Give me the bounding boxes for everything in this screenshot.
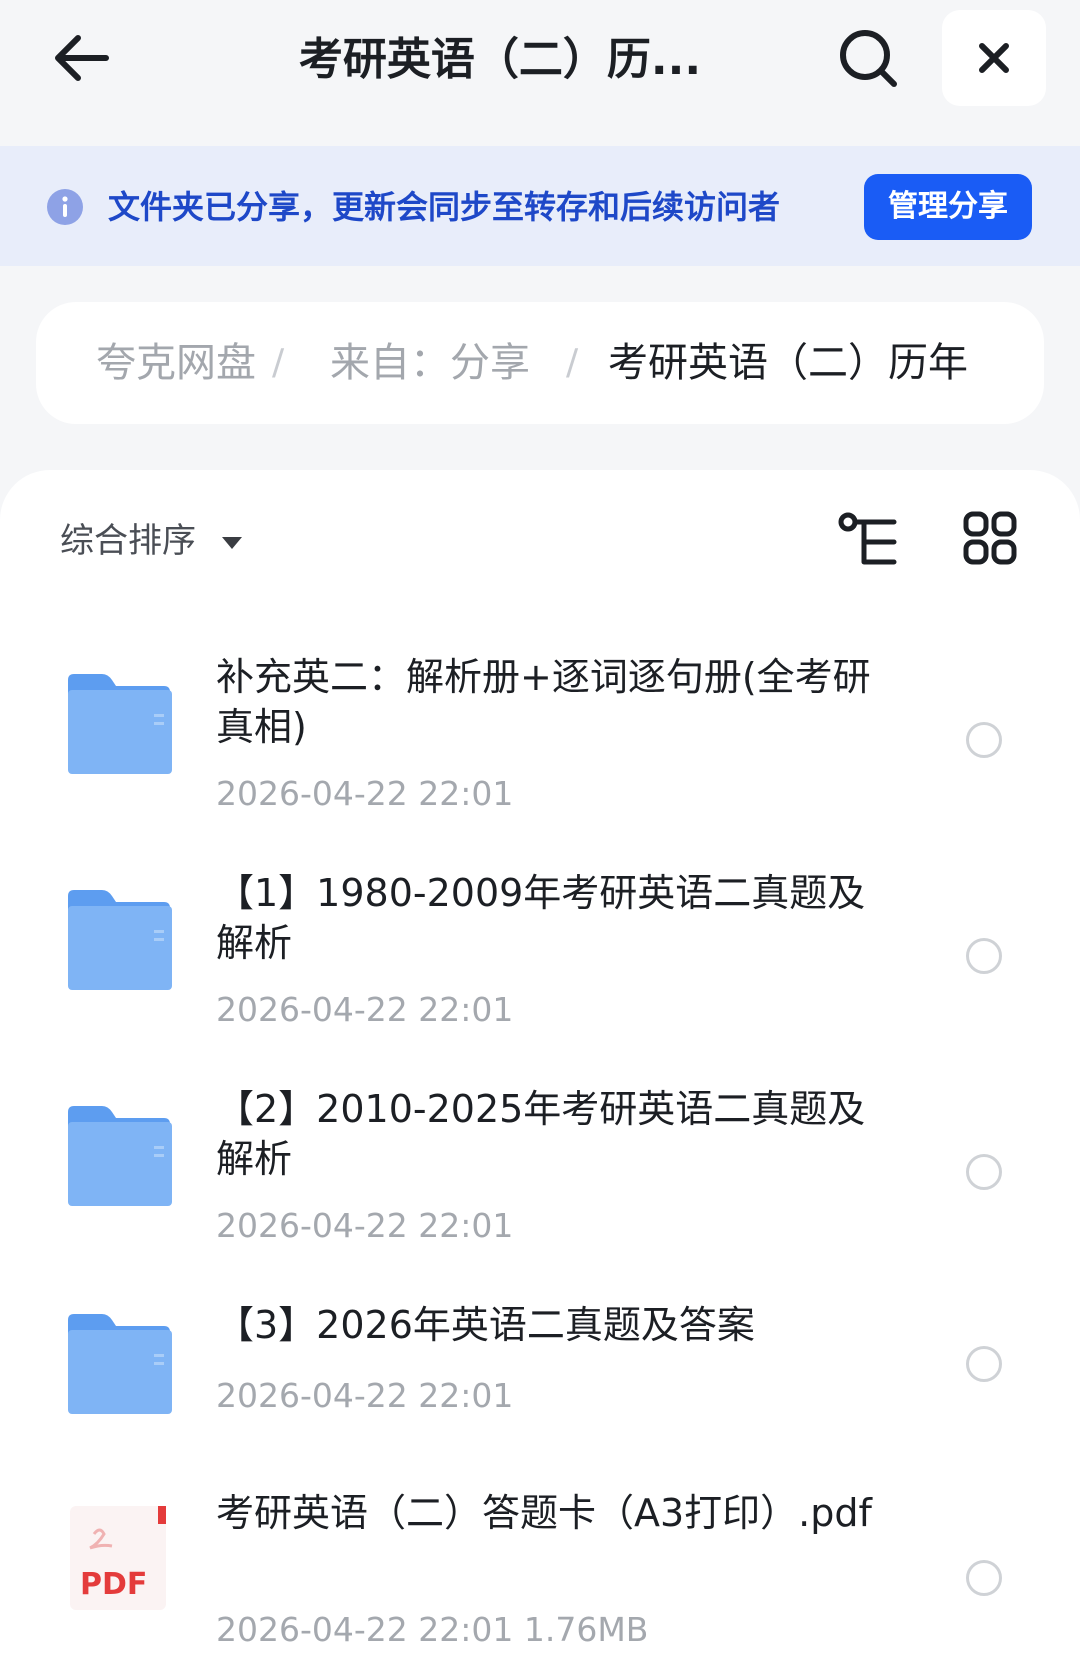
breadcrumb-separator: / bbox=[566, 342, 579, 383]
sort-label: 综合排序 bbox=[60, 521, 196, 561]
back-button[interactable] bbox=[50, 26, 114, 90]
sort-dropdown[interactable]: 综合排序 bbox=[60, 516, 242, 566]
caret-down-icon bbox=[222, 536, 242, 549]
folder-icon bbox=[68, 674, 172, 774]
file-name: 考研英语（二）答题卡（A3打印）.pdf bbox=[216, 1491, 872, 1535]
file-row[interactable]: 补充英二：解析册+逐词逐句册(全考研真相) 2026-04-22 22:01 bbox=[0, 640, 1080, 830]
top-bar: 考研英语（二）历... bbox=[0, 0, 1080, 146]
file-row[interactable]: 【2】2010-2025年考研英语二真题及解析 2026-04-22 22:01 bbox=[0, 1072, 1080, 1262]
search-icon bbox=[840, 30, 897, 87]
grid-view-button[interactable] bbox=[962, 510, 1018, 566]
tree-view-icon bbox=[838, 512, 897, 565]
folder-icon bbox=[68, 1314, 172, 1414]
page-title: 考研英语（二）历... bbox=[298, 34, 702, 85]
file-row[interactable]: PDF 考研英语（二）答题卡（A3打印）.pdf 2026-04-22 22:0… bbox=[0, 1480, 1080, 1678]
select-checkbox[interactable] bbox=[966, 1154, 1002, 1190]
grid-view-icon bbox=[963, 511, 1017, 565]
folder-icon bbox=[68, 890, 172, 990]
manage-share-button[interactable]: 管理分享 bbox=[864, 174, 1032, 240]
select-checkbox[interactable] bbox=[966, 1346, 1002, 1382]
file-meta: 2026-04-22 22:01 bbox=[216, 990, 514, 1029]
arrow-left-icon bbox=[55, 35, 109, 81]
breadcrumb: 夸克网盘 / 来自：分享 / 考研英语（二）历年 bbox=[36, 302, 1044, 424]
close-icon bbox=[979, 43, 1009, 73]
folder-icon bbox=[68, 1106, 172, 1206]
file-name: 【1】1980-2009年考研英语二真题及解析 bbox=[216, 871, 866, 965]
file-row[interactable]: 【3】2026年英语二真题及答案 2026-04-22 22:01 bbox=[0, 1290, 1080, 1450]
select-checkbox[interactable] bbox=[966, 722, 1002, 758]
breadcrumb-item-root[interactable]: 夸克网盘 bbox=[96, 302, 256, 424]
file-name: 补充英二：解析册+逐词逐句册(全考研真相) bbox=[216, 655, 871, 749]
tree-view-button[interactable] bbox=[836, 510, 902, 570]
file-meta: 2026-04-22 22:01 1.76MB bbox=[216, 1610, 649, 1649]
search-button[interactable] bbox=[836, 26, 900, 90]
file-list-panel: 综合排序 补充英二：解析册+逐词逐句册(全考研真相) 2026-04-22 22… bbox=[0, 470, 1080, 1678]
file-row[interactable]: 【1】1980-2009年考研英语二真题及解析 2026-04-22 22:01 bbox=[0, 856, 1080, 1046]
close-button[interactable] bbox=[942, 10, 1046, 106]
breadcrumb-separator: / bbox=[272, 342, 285, 383]
breadcrumb-item-shared[interactable]: 来自：分享 bbox=[330, 302, 530, 424]
pdf-label: PDF bbox=[80, 1567, 147, 1602]
file-name: 【3】2026年英语二真题及答案 bbox=[216, 1303, 755, 1347]
file-meta: 2026-04-22 22:01 bbox=[216, 774, 514, 813]
info-icon bbox=[47, 189, 83, 225]
file-meta: 2026-04-22 22:01 bbox=[216, 1376, 514, 1415]
select-checkbox[interactable] bbox=[966, 1560, 1002, 1596]
file-meta: 2026-04-22 22:01 bbox=[216, 1206, 514, 1245]
select-checkbox[interactable] bbox=[966, 938, 1002, 974]
share-notice-text: 文件夹已分享，更新会同步至转存和后续访问者 bbox=[108, 188, 781, 226]
pdf-file-icon: PDF bbox=[70, 1506, 166, 1610]
file-name: 【2】2010-2025年考研英语二真题及解析 bbox=[216, 1087, 866, 1181]
breadcrumb-item-current: 考研英语（二）历年 bbox=[608, 340, 968, 386]
share-notice-banner: 文件夹已分享，更新会同步至转存和后续访问者 管理分享 bbox=[0, 146, 1080, 266]
